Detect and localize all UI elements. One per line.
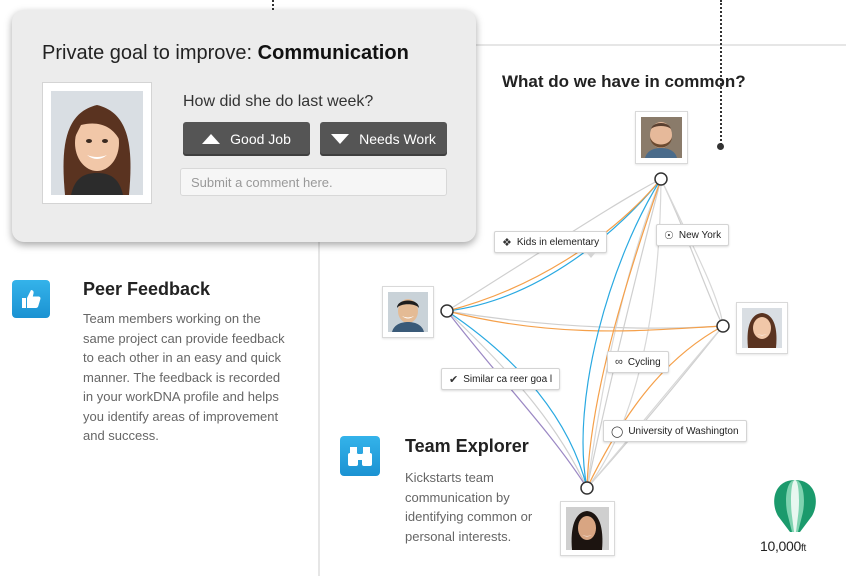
bicycle-icon: ∞ [615, 356, 623, 368]
woman-photo [742, 308, 782, 348]
tag-cycling[interactable]: ∞ Cycling [607, 351, 669, 373]
tag-label: Cycling [627, 356, 661, 368]
avatar-woman-right[interactable] [736, 302, 788, 354]
binoculars-icon [340, 436, 380, 476]
node-left [440, 304, 454, 318]
tag-label: Kids in elementary [516, 236, 600, 248]
tag-new-york[interactable]: ☉ New York [656, 224, 730, 246]
avatar-woman-bottom[interactable] [560, 501, 615, 556]
brand-name: 10,000ft [760, 538, 806, 554]
node-bottom [580, 481, 594, 495]
globe-icon: ☉ [664, 229, 674, 242]
dark-haired-woman-photo [566, 507, 609, 550]
family-icon: ❖ [502, 236, 512, 249]
team-explorer-description: Kickstarts team communication by identif… [405, 470, 533, 544]
checkmark-icon: ✔ [449, 373, 459, 386]
bearded-man-photo [641, 117, 682, 158]
tag-label: University of Washington [628, 425, 739, 437]
asian-man-photo [388, 292, 428, 332]
node-right [716, 319, 730, 333]
avatar-asian-man[interactable] [382, 286, 434, 338]
shield-icon: ◯ [611, 425, 624, 438]
tag-pointer [586, 252, 596, 258]
tag-label: Similar ca reer goa l [463, 373, 553, 385]
avatar-bearded-man[interactable] [635, 111, 688, 164]
brand-suffix: ft [801, 543, 806, 554]
tag-similar-career-goal[interactable]: ✔ Similar ca reer goa l [441, 368, 561, 390]
brand-number: 10,000 [760, 538, 802, 554]
tag-university-of-washington[interactable]: ◯ University of Washington [603, 420, 747, 442]
tag-label: New York [678, 229, 722, 241]
team-explorer-title: Team Explorer [405, 436, 529, 456]
tag-kids-in-elementary[interactable]: ❖ Kids in elementary [494, 231, 608, 253]
node-top [654, 172, 668, 186]
